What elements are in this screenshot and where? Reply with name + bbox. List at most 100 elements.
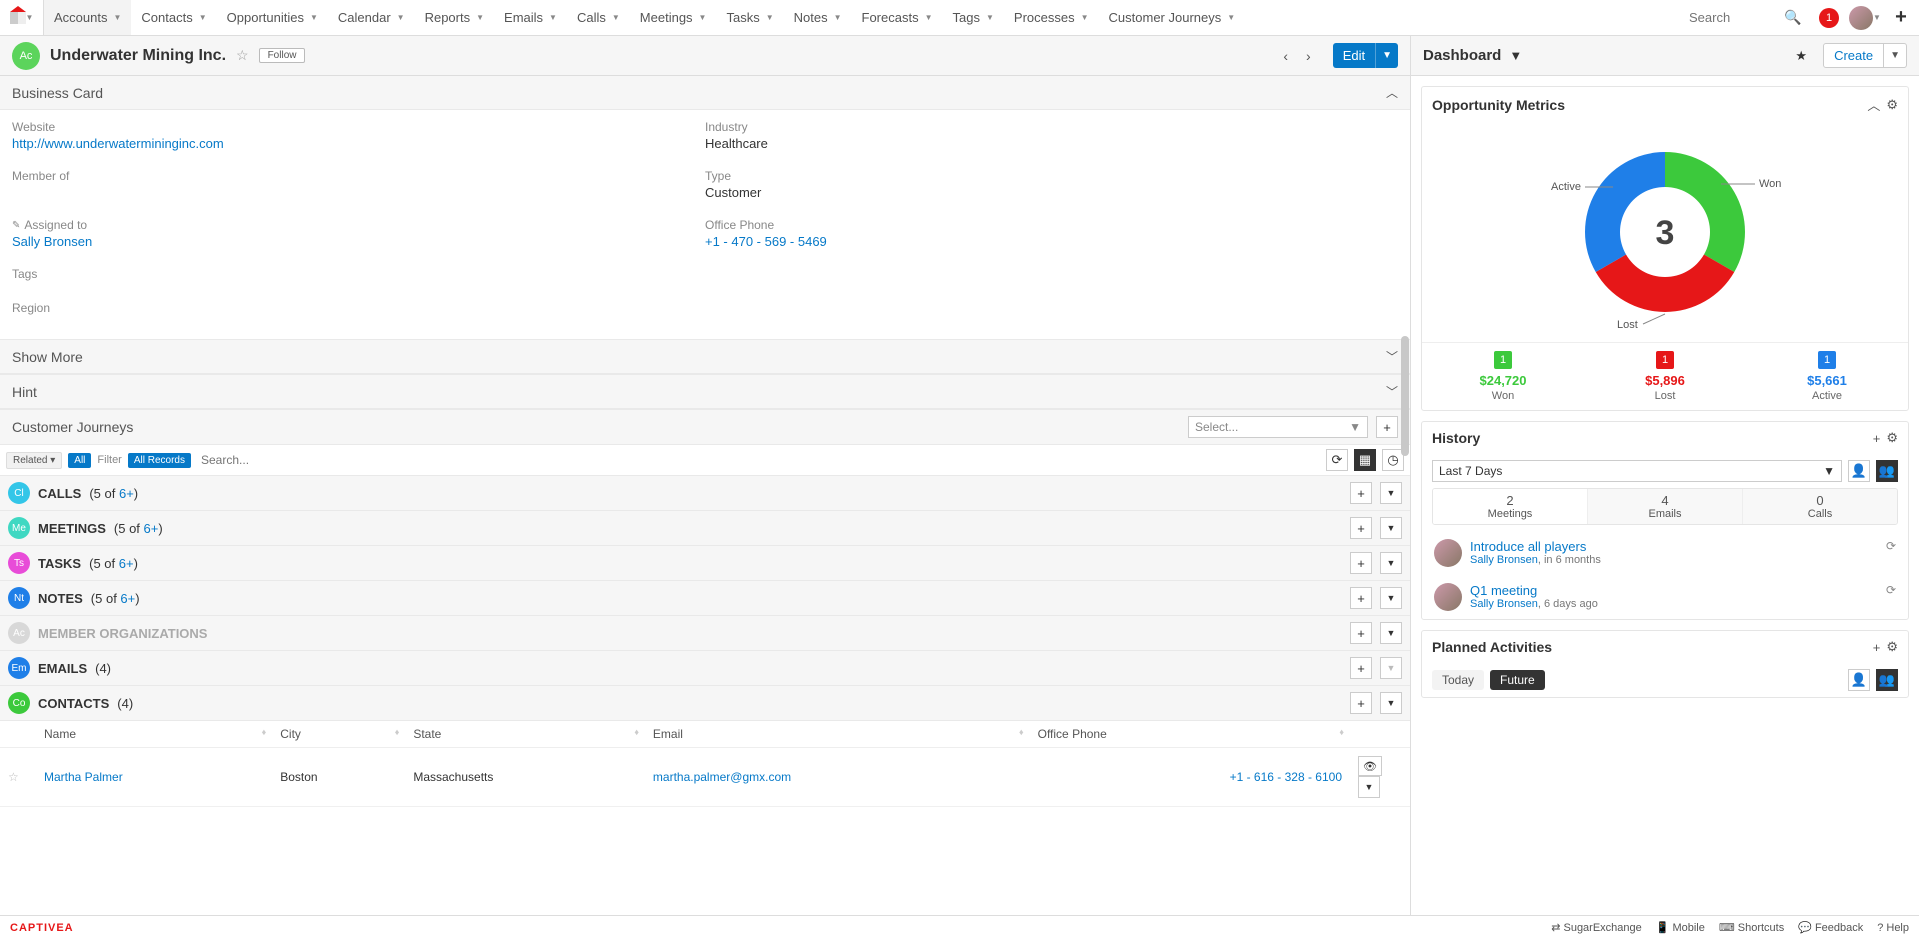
nav-item-customer-journeys[interactable]: Customer Journeys▼ <box>1099 0 1246 35</box>
edit-dropdown-button[interactable]: ▼ <box>1375 43 1398 68</box>
history-tab-calls[interactable]: 0Calls <box>1742 489 1897 524</box>
add-icon[interactable]: + <box>1873 640 1881 655</box>
chip-today[interactable]: Today <box>1432 670 1484 690</box>
pencil-icon[interactable]: ✎ <box>12 220 20 231</box>
subpanel-menu-button[interactable]: ▼ <box>1380 622 1402 644</box>
history-range-select[interactable]: Last 7 Days▼ <box>1432 460 1842 482</box>
subpanel-add-button[interactable]: + <box>1350 692 1372 714</box>
nav-item-notes[interactable]: Notes▼ <box>784 0 852 35</box>
history-tab-meetings[interactable]: 2Meetings <box>1433 489 1587 524</box>
subpanel-emails[interactable]: EmEMAILS (4)+▼ <box>0 651 1410 686</box>
prev-record-button[interactable]: ‹ <box>1279 48 1292 64</box>
grid-view-button[interactable]: ▦ <box>1354 449 1376 471</box>
gear-icon[interactable]: ⚙ <box>1886 430 1898 446</box>
subpanel-tasks[interactable]: TsTASKS (5 of 6+)+▼ <box>0 546 1410 581</box>
history-item-link[interactable]: Introduce all players <box>1470 539 1586 554</box>
subpanel-add-button[interactable]: + <box>1350 482 1372 504</box>
app-menu-button[interactable]: ▼ <box>0 0 44 35</box>
history-group-filter-button[interactable]: 👥 <box>1876 460 1898 482</box>
cj-template-select[interactable]: Select...▼ <box>1188 416 1368 438</box>
footer-link-mobile[interactable]: 📱 Mobile <box>1656 921 1705 934</box>
quick-create-button[interactable]: + <box>1883 0 1919 35</box>
website-link[interactable]: http://www.underwatermininginc.com <box>12 136 224 151</box>
history-user-link[interactable]: Sally Bronsen <box>1470 554 1538 566</box>
subpanel-add-button[interactable]: + <box>1350 552 1372 574</box>
nav-item-calendar[interactable]: Calendar▼ <box>328 0 415 35</box>
subpanel-add-button[interactable]: + <box>1350 587 1372 609</box>
create-button[interactable]: Create <box>1823 43 1884 68</box>
history-user-link[interactable]: Sally Bronsen <box>1470 598 1538 610</box>
contact-name-link[interactable]: Martha Palmer <box>44 770 123 784</box>
section-business-card[interactable]: Business Card ︿ <box>0 76 1410 110</box>
dashboard-favorite-icon[interactable]: ★ <box>1795 48 1807 64</box>
nav-item-forecasts[interactable]: Forecasts▼ <box>852 0 943 35</box>
follow-button[interactable]: Follow <box>259 48 306 63</box>
column-header[interactable]: Office Phone♦ <box>1030 721 1350 748</box>
scrollbar-handle[interactable] <box>1401 336 1409 456</box>
favorite-icon[interactable]: ☆ <box>8 770 19 784</box>
history-user-filter-button[interactable]: 👤 <box>1848 460 1870 482</box>
gear-icon[interactable]: ⚙ <box>1886 97 1898 113</box>
phone-link[interactable]: +1 - 470 - 569 - 5469 <box>705 234 827 249</box>
nav-item-tasks[interactable]: Tasks▼ <box>716 0 783 35</box>
subpanel-meetings[interactable]: MeMEETINGS (5 of 6+)+▼ <box>0 511 1410 546</box>
search-icon[interactable]: 🔍 <box>1775 0 1811 35</box>
subpanel-member-organizations[interactable]: AcMEMBER ORGANIZATIONS+▼ <box>0 616 1410 651</box>
chip-future[interactable]: Future <box>1490 670 1545 690</box>
history-tab-emails[interactable]: 4Emails <box>1587 489 1742 524</box>
refresh-button[interactable]: ⟳ <box>1326 449 1348 471</box>
footer-link-sugarexchange[interactable]: ⇄ SugarExchange <box>1551 921 1642 934</box>
chevron-down-icon[interactable]: ▼ <box>1509 48 1522 63</box>
subpanel-notes[interactable]: NtNOTES (5 of 6+)+▼ <box>0 581 1410 616</box>
filter-all-chip[interactable]: All <box>68 453 91 468</box>
link-icon[interactable]: ⟳ <box>1886 583 1896 597</box>
assigned-to-link[interactable]: Sally Bronsen <box>12 234 92 249</box>
planned-group-filter-button[interactable]: 👥 <box>1876 669 1898 691</box>
row-menu-button[interactable]: ▼ <box>1358 776 1380 798</box>
nav-item-calls[interactable]: Calls▼ <box>567 0 630 35</box>
section-show-more[interactable]: Show More ﹀ <box>0 339 1410 374</box>
filter-all-records-chip[interactable]: All Records <box>128 453 191 468</box>
global-search-input[interactable] <box>1685 0 1775 35</box>
contact-email-link[interactable]: martha.palmer@gmx.com <box>653 770 791 784</box>
user-menu-button[interactable]: ▼ <box>1847 0 1883 35</box>
subpanel-add-button[interactable]: + <box>1350 622 1372 644</box>
subpanel-add-button[interactable]: + <box>1350 657 1372 679</box>
gear-icon[interactable]: ⚙ <box>1886 639 1898 655</box>
footer-link-feedback[interactable]: 💬 Feedback <box>1798 921 1863 934</box>
planned-user-filter-button[interactable]: 👤 <box>1848 669 1870 691</box>
nav-item-accounts[interactable]: Accounts▼ <box>44 0 131 35</box>
nav-item-meetings[interactable]: Meetings▼ <box>630 0 717 35</box>
subpanel-menu-button[interactable]: ▼ <box>1380 692 1402 714</box>
related-dropdown[interactable]: Related ▾ <box>6 452 62 469</box>
column-header[interactable]: Name♦ <box>36 721 272 748</box>
subpanel-add-button[interactable]: + <box>1350 517 1372 539</box>
cj-add-button[interactable]: + <box>1376 416 1398 438</box>
next-record-button[interactable]: › <box>1302 48 1315 64</box>
column-header[interactable]: Email♦ <box>645 721 1030 748</box>
add-icon[interactable]: + <box>1873 431 1881 446</box>
nav-item-processes[interactable]: Processes▼ <box>1004 0 1099 35</box>
favorite-icon[interactable]: ☆ <box>236 47 249 64</box>
related-search-input[interactable] <box>197 451 1320 469</box>
footer-link-help[interactable]: ? Help <box>1877 922 1909 934</box>
link-icon[interactable]: ⟳ <box>1886 539 1896 553</box>
chevron-up-icon[interactable]: ︿ <box>1867 95 1880 114</box>
nav-item-emails[interactable]: Emails▼ <box>494 0 567 35</box>
preview-button[interactable]: 👁 <box>1358 756 1382 776</box>
nav-item-contacts[interactable]: Contacts▼ <box>131 0 216 35</box>
nav-item-tags[interactable]: Tags▼ <box>943 0 1004 35</box>
contact-phone-link[interactable]: +1 - 616 - 328 - 6100 <box>1230 770 1342 784</box>
subpanel-calls[interactable]: ClCALLS (5 of 6+)+▼ <box>0 476 1410 511</box>
column-header[interactable]: City♦ <box>272 721 405 748</box>
edit-button[interactable]: Edit <box>1333 43 1375 68</box>
section-hint[interactable]: Hint ﹀ <box>0 374 1410 409</box>
notifications-button[interactable]: 1 <box>1811 0 1847 35</box>
column-header[interactable]: State♦ <box>405 721 645 748</box>
create-dropdown-button[interactable]: ▼ <box>1884 43 1907 68</box>
nav-item-opportunities[interactable]: Opportunities▼ <box>217 0 328 35</box>
history-item-link[interactable]: Q1 meeting <box>1470 583 1537 598</box>
subpanel-contacts[interactable]: CoCONTACTS (4)+▼ <box>0 686 1410 721</box>
nav-item-reports[interactable]: Reports▼ <box>415 0 494 35</box>
subpanel-menu-button[interactable]: ▼ <box>1380 517 1402 539</box>
